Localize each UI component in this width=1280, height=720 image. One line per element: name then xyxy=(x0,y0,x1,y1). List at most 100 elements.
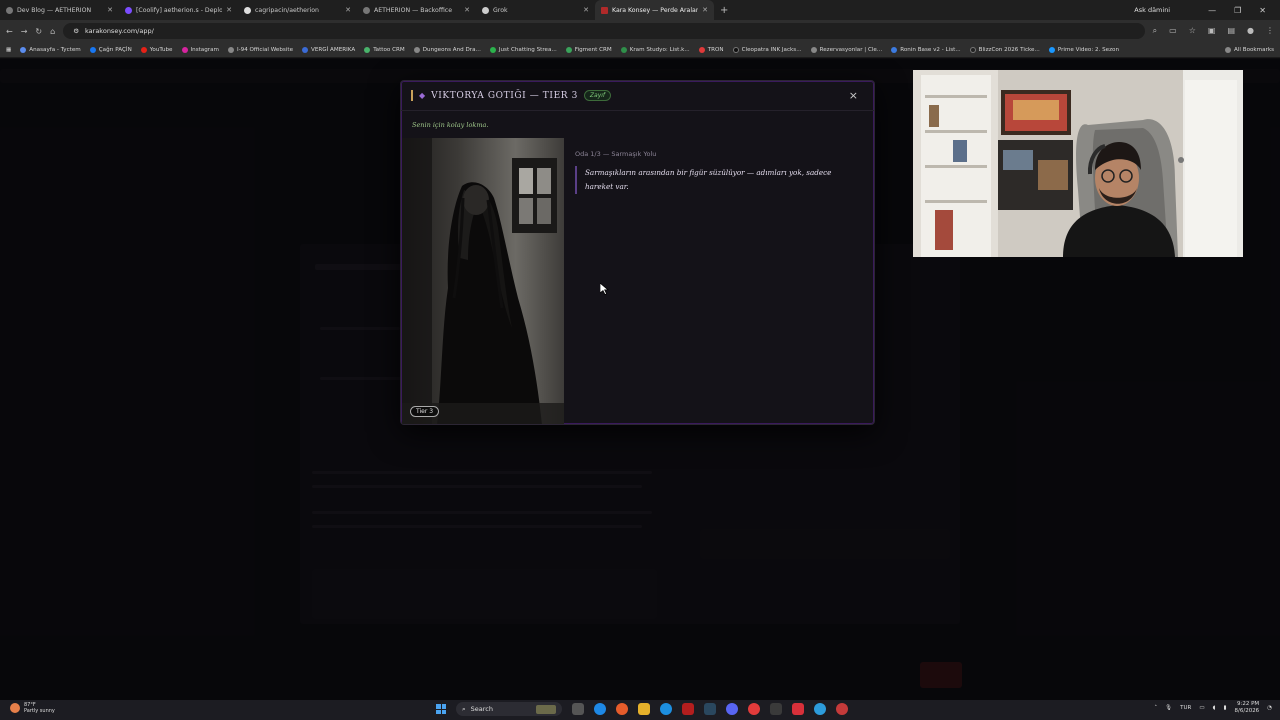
tab-favicon-icon xyxy=(601,6,608,14)
zoom-icon[interactable]: ⌕ xyxy=(1153,26,1157,36)
bookmark-item[interactable]: Dungeons And Dra... xyxy=(413,46,481,53)
tab-favicon-icon xyxy=(125,6,132,14)
bookmark-item[interactable]: Çağrı PAÇİN xyxy=(89,46,132,53)
start-menu-icon[interactable] xyxy=(436,704,446,714)
bookmark-item[interactable]: VERGİ AMERIKA xyxy=(302,46,355,53)
bookmark-item[interactable]: Just Chatting Strea... xyxy=(489,46,557,53)
browser-window: Dev Blog — AETHERION ✕ [Coolify] aetherio… xyxy=(0,0,1280,700)
battery-icon[interactable]: ▮ xyxy=(1223,705,1226,711)
app-icon[interactable] xyxy=(814,703,826,715)
weather-icon xyxy=(10,703,20,713)
bookmark-item[interactable]: Rezervasyonlar | Cle... xyxy=(810,46,882,53)
close-tab-icon[interactable]: ✕ xyxy=(464,6,470,14)
github-icon xyxy=(244,6,251,14)
site-info-icon[interactable]: ⚙ xyxy=(73,27,79,35)
menu-icon[interactable]: ⋮ xyxy=(1266,26,1274,36)
new-tab-button[interactable]: + xyxy=(720,5,728,16)
windows-taskbar: 87°F Partly sunny ⌕ Search ˄ 🎙 TUR ▭ ◖ ▮ 9… xyxy=(0,700,1280,720)
bookmark-item[interactable]: Figment CRM xyxy=(565,46,612,53)
bookmark-item[interactable]: Prime Video: 2. Sezon xyxy=(1048,46,1119,53)
tab-title: cagripacin/aetherion xyxy=(255,6,319,14)
bookmark-item[interactable]: TRON xyxy=(698,46,724,53)
language-indicator[interactable]: TUR xyxy=(1180,705,1191,711)
file-explorer-icon[interactable] xyxy=(638,703,650,715)
network-icon[interactable]: ▭ xyxy=(1199,705,1204,711)
app-icon[interactable] xyxy=(748,703,760,715)
notification-icon[interactable]: ◔ xyxy=(1267,705,1272,711)
discord-icon[interactable] xyxy=(726,703,738,715)
task-view-icon[interactable] xyxy=(572,703,584,715)
weather-desc: Partly sunny xyxy=(24,708,55,714)
bookmark-item[interactable]: BlizzCon 2026 Ticke... xyxy=(969,46,1040,53)
app-icon[interactable] xyxy=(682,703,694,715)
bookmark-item[interactable]: Cleopatra INK Jacks... xyxy=(732,46,802,53)
close-tab-icon[interactable]: ✕ xyxy=(226,6,232,14)
modal-subtitle: Senin için kolay lokma. xyxy=(412,121,489,129)
bookmark-item[interactable]: YouTube xyxy=(140,46,173,53)
tab-title: Kara Konsey — Perde Aralanıy xyxy=(612,6,699,14)
bookmark-star-icon[interactable]: ☆ xyxy=(1189,26,1196,36)
cast-icon[interactable]: ▭ xyxy=(1169,26,1177,36)
url-text: karakonsey.com/app/ xyxy=(85,27,154,35)
app-icon[interactable] xyxy=(836,703,848,715)
close-tab-icon[interactable]: ✕ xyxy=(583,6,589,14)
volume-icon[interactable]: ◖ xyxy=(1213,705,1216,711)
extensions-icon[interactable]: ▣ xyxy=(1208,26,1216,36)
tab-title: Grok xyxy=(493,6,508,14)
tab-grok[interactable]: Grok ✕ xyxy=(476,0,595,20)
home-icon[interactable]: ⌂ xyxy=(50,27,55,36)
terminal-icon[interactable] xyxy=(770,703,782,715)
reload-icon[interactable]: ↻ xyxy=(35,27,42,36)
maximize-icon[interactable]: ❐ xyxy=(1234,6,1241,15)
bookmark-item[interactable]: I-94 Official Website xyxy=(227,46,293,53)
forward-icon[interactable]: → xyxy=(21,27,28,36)
weather-widget[interactable]: 87°F Partly sunny xyxy=(10,702,55,714)
bookmark-item[interactable]: Instagram xyxy=(181,46,219,53)
app-icon[interactable] xyxy=(792,703,804,715)
modal-header: ◆ VIKTORYA GOTIĞI — TIER 3 Zayıf × xyxy=(401,81,874,111)
tab-github[interactable]: cagripacin/aetherion ✕ xyxy=(238,0,357,20)
profile-button[interactable]: Ask dämini xyxy=(1134,6,1170,14)
tab-kara-konsey[interactable]: Kara Konsey — Perde Aralanıy ✕ xyxy=(595,0,714,20)
system-tray: ˄ 🎙 TUR ▭ ◖ ▮ 9:22 PM 8/6/2026 ◔ xyxy=(1154,701,1272,715)
chevron-up-icon[interactable]: ˄ xyxy=(1154,705,1157,711)
close-window-icon[interactable]: ✕ xyxy=(1259,6,1266,15)
encounter-modal: ◆ VIKTORYA GOTIĞI — TIER 3 Zayıf × Senin… xyxy=(400,80,875,425)
bookmark-item[interactable]: Kram Studyo: List.k... xyxy=(620,46,690,53)
back-icon[interactable]: ← xyxy=(6,27,13,36)
tab-title: [Coolify] aetherion.s - Deploy xyxy=(136,6,223,14)
bookmark-item[interactable]: Ronin Base v2 - List... xyxy=(891,46,961,53)
window-controls: Ask dämini — ❐ ✕ xyxy=(1134,0,1280,20)
grok-icon xyxy=(482,6,489,14)
search-icon: ⌕ xyxy=(462,704,466,713)
bookmark-item[interactable]: Anasayfa - Tyctem xyxy=(20,46,81,53)
clock[interactable]: 9:22 PM 8/6/2026 xyxy=(1234,701,1259,715)
webcam-feed-image xyxy=(913,70,1243,257)
close-button[interactable]: × xyxy=(849,89,858,102)
taskbar-search[interactable]: ⌕ Search xyxy=(456,702,562,716)
close-tab-icon[interactable]: ✕ xyxy=(702,6,708,14)
webcam-overlay xyxy=(913,70,1243,257)
avatar[interactable]: ● xyxy=(1247,26,1254,36)
microphone-icon[interactable]: 🎙 xyxy=(1165,705,1172,711)
sidebar-icon[interactable]: ▤ xyxy=(1227,26,1235,36)
edge-icon[interactable] xyxy=(594,703,606,715)
flame-icon: ◆ xyxy=(419,91,426,100)
tab-dev-blog[interactable]: Dev Blog — AETHERION ✕ xyxy=(0,0,119,20)
chrome-icon[interactable] xyxy=(616,703,628,715)
clock-time: 9:22 PM xyxy=(1237,701,1260,707)
toolbar-actions: ⌕ ▭ ☆ ▣ ▤ ● ⋮ xyxy=(1153,26,1274,36)
close-tab-icon[interactable]: ✕ xyxy=(107,6,113,14)
enemy-portrait: Tier 3 xyxy=(402,138,564,424)
skype-icon[interactable] xyxy=(660,703,672,715)
bookmark-item[interactable]: Tattoo CRM xyxy=(364,46,405,53)
steam-icon[interactable] xyxy=(704,703,716,715)
minimize-icon[interactable]: — xyxy=(1208,6,1216,15)
tab-backoffice[interactable]: AETHERION — Backoffice ✕ xyxy=(357,0,476,20)
address-bar[interactable]: ⚙ karakonsey.com/app/ xyxy=(63,23,1145,39)
apps-icon[interactable]: ▦ xyxy=(6,47,11,53)
close-tab-icon[interactable]: ✕ xyxy=(345,6,351,14)
header-marker xyxy=(411,90,413,101)
tab-coolify[interactable]: [Coolify] aetherion.s - Deploy ✕ xyxy=(119,0,238,20)
all-bookmarks-button[interactable]: All Bookmarks xyxy=(1225,46,1274,53)
